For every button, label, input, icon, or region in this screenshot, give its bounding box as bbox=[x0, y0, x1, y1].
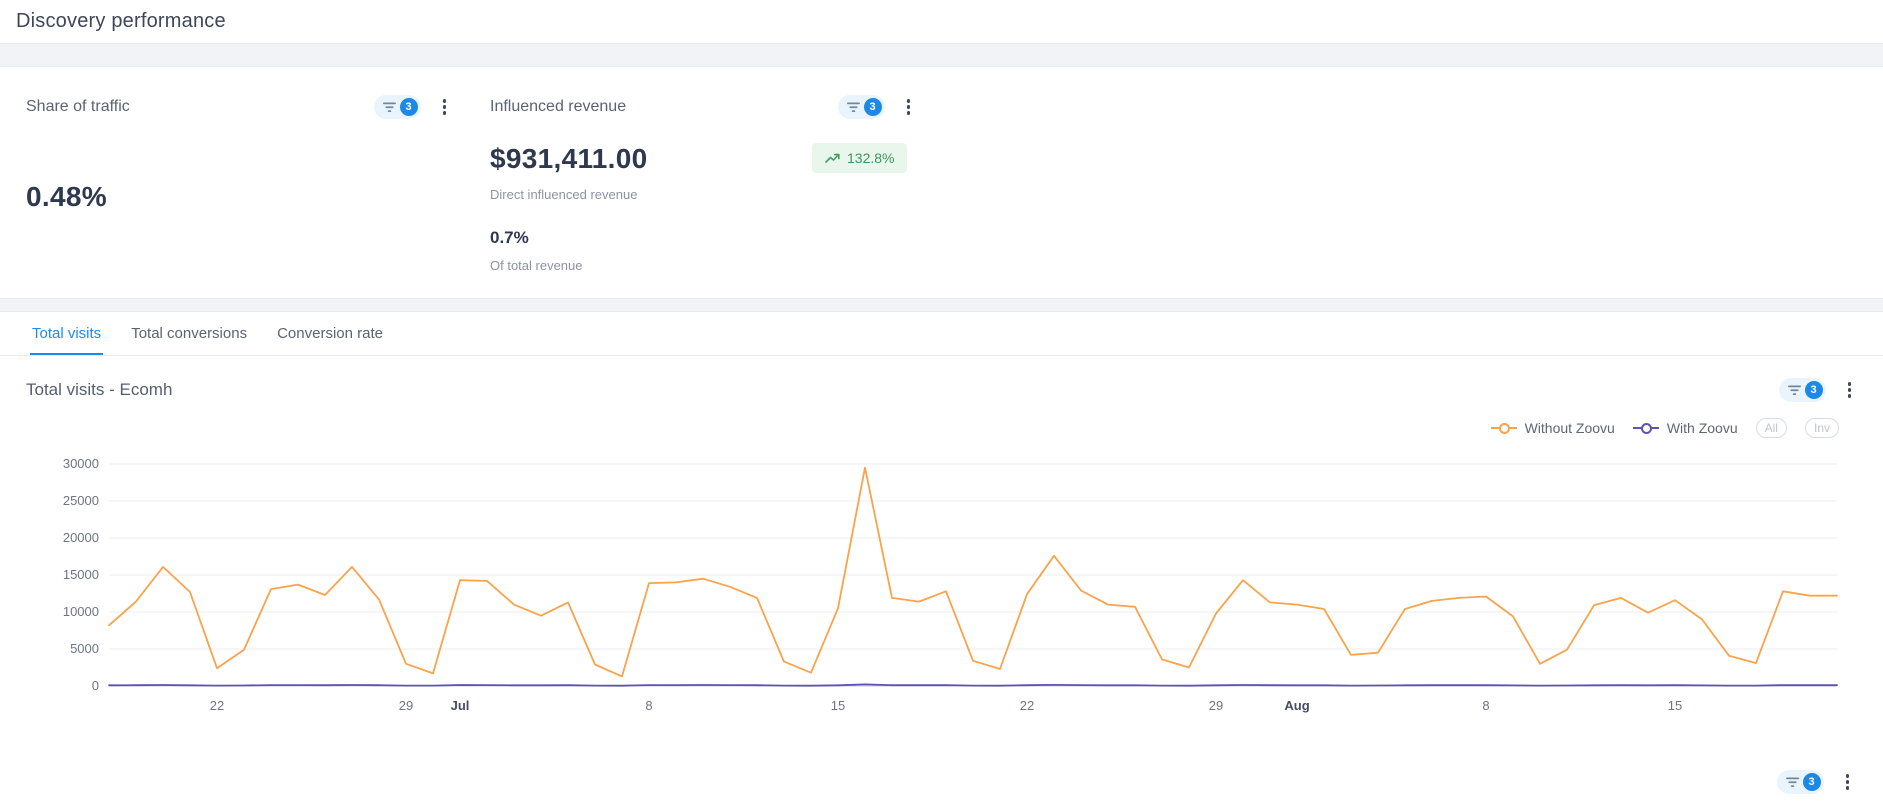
svg-text:Jul: Jul bbox=[451, 698, 470, 713]
influenced-revenue-title: Influenced revenue bbox=[490, 98, 838, 116]
filter-icon bbox=[1786, 777, 1799, 788]
share-of-traffic-card: Share of traffic 3 0.48% bbox=[26, 95, 490, 264]
orange-series-marker-icon bbox=[1491, 427, 1517, 429]
share-menu-button[interactable] bbox=[439, 97, 451, 117]
bottom-toolbar: 3 bbox=[0, 728, 1883, 794]
chart-section: Total visits Total conversions Conversio… bbox=[0, 311, 1883, 812]
influenced-revenue-card: Influenced revenue 3 $931,411.00 Direct … bbox=[490, 95, 1857, 264]
svg-text:15000: 15000 bbox=[63, 567, 99, 582]
total-visits-line-chart[interactable]: 0 5000 10000 15000 20000 25000 30000 22 29 Jul 8 15… bbox=[24, 448, 1859, 728]
trending-up-icon bbox=[825, 153, 840, 164]
svg-text:8: 8 bbox=[1482, 698, 1489, 713]
svg-text:Aug: Aug bbox=[1284, 698, 1309, 713]
chart-tabs: Total visits Total conversions Conversio… bbox=[0, 312, 1883, 356]
bottom-menu-button[interactable] bbox=[1842, 772, 1854, 792]
legend-pill-inv[interactable]: Inv bbox=[1805, 418, 1839, 438]
svg-text:30000: 30000 bbox=[63, 456, 99, 471]
svg-text:20000: 20000 bbox=[63, 530, 99, 545]
legend-item-without-zoovu[interactable]: Without Zoovu bbox=[1491, 420, 1615, 436]
filter-count-badge: 3 bbox=[864, 98, 882, 116]
total-revenue-share-value: 0.7% bbox=[490, 228, 812, 248]
purple-series-marker-icon bbox=[1633, 427, 1659, 429]
chart-title: Total visits - Ecomh bbox=[26, 380, 1779, 400]
svg-text:25000: 25000 bbox=[63, 493, 99, 508]
svg-text:0: 0 bbox=[92, 678, 99, 693]
revenue-change-value: 132.8% bbox=[847, 150, 894, 166]
page-header: Discovery performance bbox=[0, 0, 1883, 44]
tab-total-conversions[interactable]: Total conversions bbox=[129, 315, 249, 355]
legend-label: With Zoovu bbox=[1667, 420, 1738, 436]
legend-item-with-zoovu[interactable]: With Zoovu bbox=[1633, 420, 1738, 436]
filter-icon bbox=[1788, 385, 1801, 396]
svg-text:29: 29 bbox=[399, 698, 413, 713]
revenue-filter-button[interactable]: 3 bbox=[838, 95, 885, 119]
chart-menu-button[interactable] bbox=[1844, 380, 1856, 400]
filter-count-badge: 3 bbox=[1805, 381, 1823, 399]
influenced-revenue-value: $931,411.00 bbox=[490, 143, 812, 175]
svg-text:22: 22 bbox=[1020, 698, 1034, 713]
filter-icon bbox=[383, 102, 396, 113]
revenue-change-badge: 132.8% bbox=[812, 143, 907, 173]
legend-pill-all[interactable]: All bbox=[1756, 418, 1787, 438]
metrics-panel: Share of traffic 3 0.48% Influenced reve… bbox=[0, 66, 1883, 299]
svg-text:22: 22 bbox=[210, 698, 224, 713]
share-of-traffic-title: Share of traffic bbox=[26, 98, 374, 116]
svg-text:10000: 10000 bbox=[63, 604, 99, 619]
tab-total-visits[interactable]: Total visits bbox=[30, 315, 103, 355]
filter-count-badge: 3 bbox=[400, 98, 418, 116]
page-title: Discovery performance bbox=[16, 10, 226, 33]
filter-icon bbox=[847, 102, 860, 113]
svg-text:29: 29 bbox=[1209, 698, 1223, 713]
chart-filter-button[interactable]: 3 bbox=[1779, 378, 1826, 402]
total-revenue-share-label: Of total revenue bbox=[490, 258, 812, 273]
svg-text:15: 15 bbox=[1668, 698, 1682, 713]
svg-text:8: 8 bbox=[645, 698, 652, 713]
bottom-filter-button[interactable]: 3 bbox=[1777, 770, 1824, 794]
svg-text:5000: 5000 bbox=[70, 641, 99, 656]
influenced-revenue-label: Direct influenced revenue bbox=[490, 187, 812, 202]
share-of-traffic-value: 0.48% bbox=[26, 181, 490, 213]
tab-conversion-rate[interactable]: Conversion rate bbox=[275, 315, 385, 355]
share-filter-button[interactable]: 3 bbox=[374, 95, 421, 119]
legend-label: Without Zoovu bbox=[1525, 420, 1615, 436]
revenue-menu-button[interactable] bbox=[903, 97, 915, 117]
chart-legend: Without Zoovu With Zoovu All Inv bbox=[0, 402, 1883, 438]
filter-count-badge: 3 bbox=[1803, 773, 1821, 791]
svg-text:15: 15 bbox=[831, 698, 845, 713]
